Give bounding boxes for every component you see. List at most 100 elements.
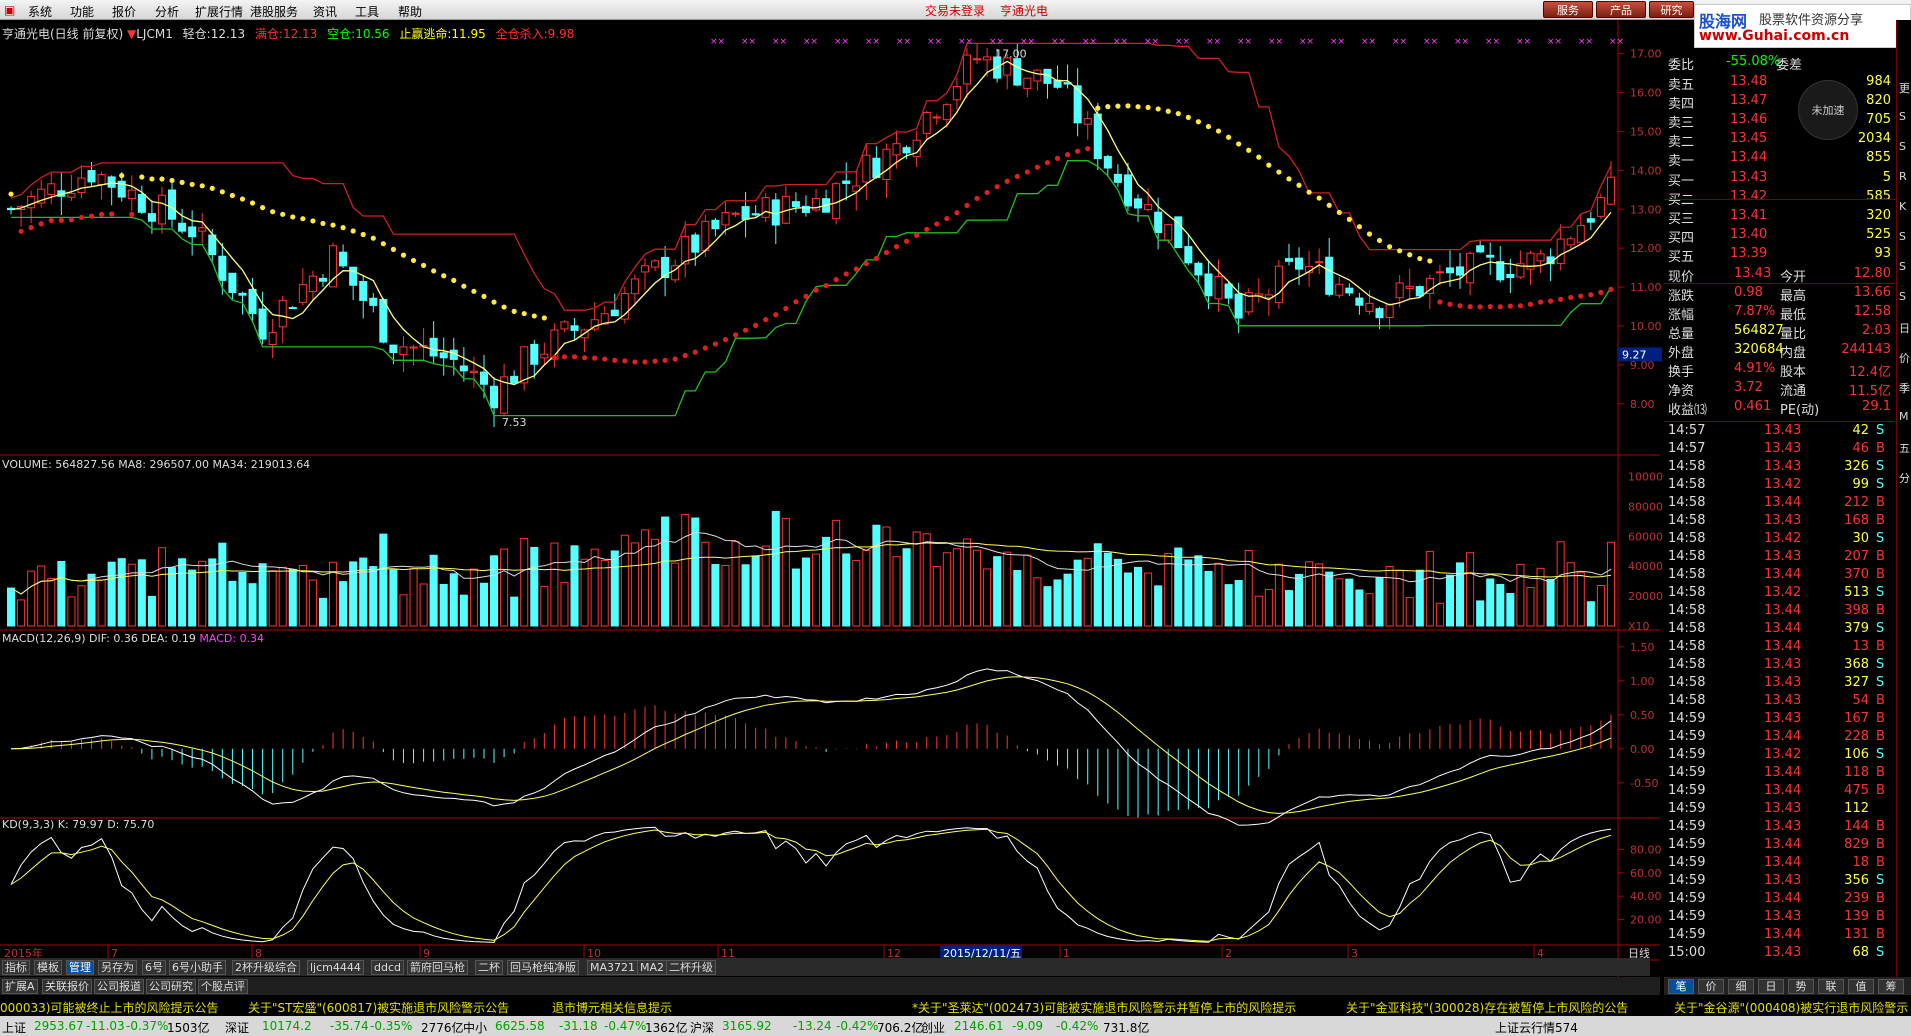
indicator-tab[interactable]: 6号小助手 — [169, 960, 226, 975]
menu-analysis[interactable]: 分析 — [155, 3, 179, 20]
strip-button[interactable]: 分 — [1899, 470, 1910, 486]
tick-row[interactable]: 14:59 13.43 167 B — [1664, 710, 1895, 728]
tick-row[interactable]: 14:58 13.43 368 S — [1664, 656, 1895, 674]
quote-tab[interactable]: 细 — [1728, 979, 1754, 994]
indicator-tab[interactable]: 另存为 — [98, 960, 137, 975]
indicator-tab[interactable]: ljcm4444 — [307, 960, 364, 975]
ask-row[interactable]: 卖四 13.47 820 — [1664, 93, 1895, 112]
tick-row[interactable]: 14:59 13.43 139 B — [1664, 908, 1895, 926]
ticker-item[interactable]: 000033)可能被终止上市的风险提示公告 — [0, 999, 219, 1016]
speed-badge[interactable]: 未加速 — [1798, 80, 1858, 140]
bid-row[interactable]: 买三 13.41 320 — [1664, 208, 1895, 227]
tick-row[interactable]: 14:58 13.43 54 B — [1664, 692, 1895, 710]
menu-quote[interactable]: 报价 — [112, 3, 136, 20]
info-tab[interactable]: 个股点评 — [198, 979, 248, 994]
strip-button[interactable]: 日 — [1899, 320, 1910, 336]
ask-row[interactable]: 卖一 13.44 855 — [1664, 150, 1895, 169]
indicator-tab[interactable]: 管理 — [66, 960, 94, 975]
ticker-item[interactable]: 关于"金谷源"(000408)被实行退市风险警示 — [1674, 999, 1908, 1016]
bid-row[interactable]: 买一 13.43 5 — [1664, 170, 1895, 189]
quote-tab[interactable]: 值 — [1848, 979, 1874, 994]
tick-row[interactable]: 14:57 13.43 46 B — [1664, 440, 1895, 458]
strip-button[interactable]: K — [1899, 200, 1906, 213]
tick-row[interactable]: 14:58 13.42 30 S — [1664, 530, 1895, 548]
indicator-tab[interactable]: 二杯升级 — [666, 960, 716, 975]
tick-row[interactable]: 14:59 13.44 228 B — [1664, 728, 1895, 746]
tick-row[interactable]: 14:58 13.44 398 B — [1664, 602, 1895, 620]
tick-row[interactable]: 14:58 13.42 513 S — [1664, 584, 1895, 602]
stat-row[interactable]: 涨跌 0.98 最高 13.66 — [1664, 285, 1895, 304]
tick-row[interactable]: 14:57 13.43 42 S — [1664, 422, 1895, 440]
indicator-tab[interactable]: 指标 — [2, 960, 30, 975]
strip-button[interactable]: 价 — [1899, 350, 1910, 366]
indicator-tab[interactable]: 模板 — [34, 960, 62, 975]
tick-row[interactable]: 15:00 13.43 68 S — [1664, 944, 1895, 962]
ticker-item[interactable]: 关于"ST宏盛"(600817)被实施退市风险警示公告 — [248, 999, 509, 1016]
strip-button[interactable]: M — [1899, 410, 1909, 423]
quote-tab[interactable]: 价 — [1698, 979, 1724, 994]
menu-hk-service[interactable]: 港股服务 — [250, 3, 298, 20]
tick-row[interactable]: 14:59 13.44 829 B — [1664, 836, 1895, 854]
tick-row[interactable]: 14:59 13.44 118 B — [1664, 764, 1895, 782]
tick-row[interactable]: 14:58 13.43 326 S — [1664, 458, 1895, 476]
tick-row[interactable]: 14:58 13.44 13 B — [1664, 638, 1895, 656]
ticker-item[interactable]: 退市博元相关信息提示 — [552, 999, 672, 1016]
quote-tab[interactable]: 日 — [1758, 979, 1784, 994]
quote-tab[interactable]: 势 — [1788, 979, 1814, 994]
strip-button[interactable]: R — [1899, 170, 1907, 183]
quote-tab[interactable]: 筹 — [1878, 979, 1904, 994]
bid-row[interactable]: 买五 13.39 93 — [1664, 246, 1895, 265]
info-tab[interactable]: 关联报价 — [42, 979, 92, 994]
info-tab[interactable]: 扩展A — [2, 979, 38, 994]
indicator-tab[interactable]: 2杯升级综合 — [232, 960, 300, 975]
indicator-tab[interactable]: 二杯 — [475, 960, 503, 975]
ticker-item[interactable]: 关于"金亚科技"(300028)存在被暂停上市风险的公告 — [1346, 999, 1628, 1016]
tick-row[interactable]: 14:59 13.44 239 B — [1664, 890, 1895, 908]
menu-function[interactable]: 功能 — [70, 3, 94, 20]
stat-row[interactable]: 净资 3.72 流通 11.5亿 — [1664, 380, 1895, 399]
stat-row[interactable]: 换手 4.91% 股本 12.4亿 — [1664, 361, 1895, 380]
product-button[interactable]: 产品 — [1596, 1, 1646, 18]
quote-tab[interactable]: 笔 — [1668, 979, 1694, 994]
bid-row[interactable]: 买四 13.40 525 — [1664, 227, 1895, 246]
indicator-tab[interactable]: ddcd — [371, 960, 404, 975]
info-tab[interactable]: 公司报道 — [94, 979, 144, 994]
service-button[interactable]: 服务 — [1543, 1, 1593, 18]
tick-row[interactable]: 14:58 13.44 370 B — [1664, 566, 1895, 584]
strip-button[interactable]: S — [1899, 140, 1906, 153]
ask-row[interactable]: 卖三 13.46 705 — [1664, 112, 1895, 131]
news-ticker[interactable]: 000033)可能被终止上市的风险提示公告 关于"ST宏盛"(600817)被实施… — [0, 996, 1911, 1016]
tick-row[interactable]: 14:59 13.44 131 B — [1664, 926, 1895, 944]
ask-row[interactable]: 卖二 13.45 2034 — [1664, 131, 1895, 150]
tick-row[interactable]: 14:59 13.43 144 B — [1664, 818, 1895, 836]
strip-button[interactable]: 五 — [1899, 440, 1910, 456]
tick-row[interactable]: 14:58 13.43 168 B — [1664, 512, 1895, 530]
quote-tab[interactable]: 联 — [1818, 979, 1844, 994]
strip-button[interactable]: 季 — [1899, 380, 1910, 396]
strip-button[interactable]: 更 — [1899, 80, 1910, 96]
tick-row[interactable]: 14:58 13.43 327 S — [1664, 674, 1895, 692]
ticker-item[interactable]: *关于"圣莱达"(002473)可能被实施退市风险警示并暂停上市的风险提示 — [912, 999, 1296, 1016]
bid-row[interactable]: 买二 13.42 585 — [1664, 189, 1895, 208]
menu-ext-quote[interactable]: 扩展行情 — [195, 3, 243, 20]
tick-row[interactable]: 14:59 13.44 18 B — [1664, 854, 1895, 872]
indicator-tab[interactable]: MA3721 — [587, 960, 639, 975]
tick-row[interactable]: 14:58 13.44 379 S — [1664, 620, 1895, 638]
strip-button[interactable]: S — [1899, 110, 1906, 123]
indicator-tab[interactable]: 回马枪纯净版 — [507, 960, 579, 975]
menu-system[interactable]: 系统 — [28, 3, 52, 20]
stat-row[interactable]: 总量 564827 量比 2.03 — [1664, 323, 1895, 342]
menu-info[interactable]: 资讯 — [313, 3, 337, 20]
tick-row[interactable]: 14:59 13.43 356 S — [1664, 872, 1895, 890]
strip-button[interactable]: S — [1899, 230, 1906, 243]
indicator-tab[interactable]: 箭府回马枪 — [407, 960, 468, 975]
info-tab[interactable]: 公司研究 — [146, 979, 196, 994]
menu-help[interactable]: 帮助 — [398, 3, 422, 20]
ask-row[interactable]: 卖五 13.48 984 — [1664, 74, 1895, 93]
menu-tools[interactable]: 工具 — [355, 3, 379, 20]
stat-row[interactable]: 涨幅 7.87% 最低 12.58 — [1664, 304, 1895, 323]
indicator-tab[interactable]: 6号 — [142, 960, 166, 975]
tick-row[interactable]: 14:58 13.42 99 S — [1664, 476, 1895, 494]
tick-row[interactable]: 14:58 13.44 212 B — [1664, 494, 1895, 512]
strip-button[interactable]: S — [1899, 290, 1906, 303]
